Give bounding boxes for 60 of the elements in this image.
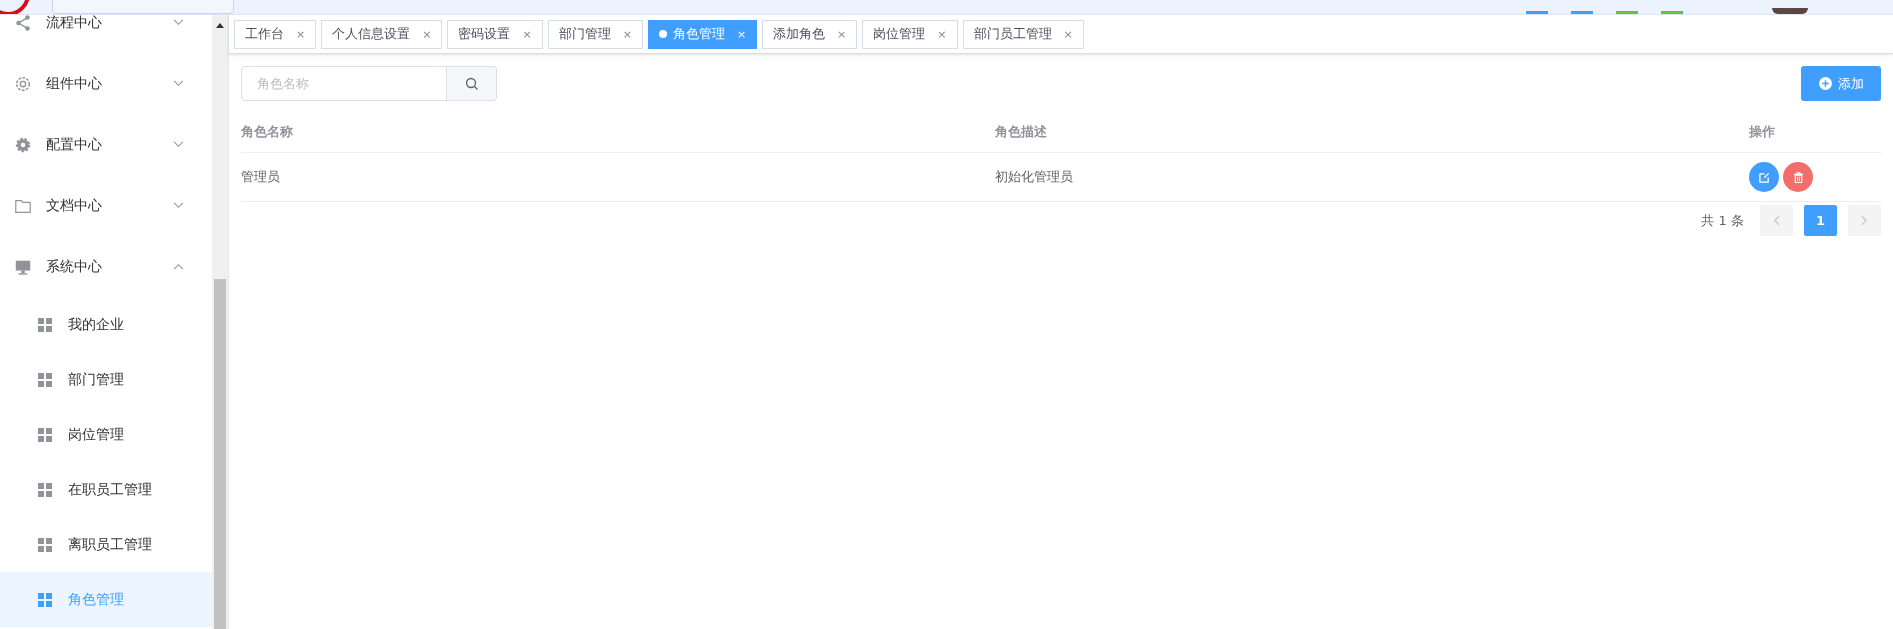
grid-icon — [38, 482, 52, 497]
search-icon — [464, 76, 479, 91]
next-page-button[interactable] — [1848, 205, 1881, 236]
scroll-up-icon[interactable] — [216, 23, 224, 28]
tab[interactable]: 密码设置 × — [447, 19, 543, 49]
table-cell-text: 初始化管理员 — [995, 167, 1074, 186]
close-icon[interactable]: × — [422, 27, 432, 41]
previous-page-button[interactable] — [1760, 205, 1793, 236]
close-icon[interactable]: × — [937, 27, 947, 41]
menu-item[interactable]: 文档中心 — [0, 175, 212, 236]
tab[interactable]: 部门员工管理 × — [962, 19, 1084, 49]
close-icon[interactable]: × — [837, 27, 847, 41]
column-header: 角色名称 — [241, 123, 294, 141]
grid-icon — [38, 537, 52, 552]
column-header: 角色描述 — [995, 123, 1048, 141]
menu-item[interactable]: 组件中心 — [0, 53, 212, 114]
tab[interactable]: 部门管理 × — [547, 19, 643, 49]
menu-item[interactable]: 配置中心 — [0, 114, 212, 175]
chevron-right-icon — [1861, 215, 1868, 226]
toolbar-icon[interactable] — [1616, 11, 1638, 14]
plus-circle-icon — [1818, 77, 1832, 90]
dot-icon — [658, 30, 667, 38]
scrollbar[interactable] — [212, 15, 229, 629]
tab[interactable]: 个人信息设置 × — [321, 19, 443, 49]
menu-item[interactable]: 流程中心 — [0, 15, 212, 53]
chevron-left-icon — [1773, 215, 1780, 226]
menu-item[interactable]: 系统中心 — [0, 236, 212, 297]
tab[interactable]: 工作台 × — [234, 19, 317, 49]
close-icon[interactable]: × — [522, 27, 532, 41]
close-icon[interactable]: × — [1063, 27, 1073, 41]
submenu-item[interactable]: 在职员工管理 — [0, 462, 212, 517]
toolbar-icon[interactable] — [1526, 11, 1548, 14]
close-icon[interactable]: × — [296, 27, 306, 41]
edit-button[interactable] — [1749, 162, 1779, 192]
submenu-item[interactable]: 我的企业 — [0, 297, 212, 352]
toolbar-icon[interactable] — [1571, 11, 1593, 14]
table-cell-text: 管理员 — [241, 167, 281, 186]
total-count: 共 1 条 — [1701, 211, 1744, 230]
column-header: 操作 — [1749, 123, 1776, 141]
search-button[interactable] — [447, 66, 497, 101]
submenu-item[interactable]: 部门管理 — [0, 352, 212, 407]
submenu-item[interactable]: 岗位管理 — [0, 407, 212, 462]
grid-icon — [38, 317, 52, 332]
tab[interactable]: 添加角色 × — [762, 19, 858, 49]
submenu-item[interactable]: 离职员工管理 — [0, 517, 212, 572]
scrollbar-thumb[interactable] — [214, 279, 226, 629]
share-icon — [14, 15, 32, 32]
delete-button[interactable] — [1783, 162, 1813, 192]
settings-icon — [14, 135, 32, 154]
grid-icon — [38, 592, 52, 607]
grid-icon — [38, 372, 52, 387]
avatar[interactable] — [1772, 8, 1808, 14]
grid-icon — [38, 427, 52, 442]
search-field[interactable]: 角色名称 — [241, 66, 447, 101]
close-icon[interactable]: × — [622, 27, 632, 41]
gear-outline-icon — [14, 74, 32, 93]
trash-icon — [1792, 171, 1804, 183]
edit-icon — [1758, 171, 1770, 183]
toolbar-icon[interactable] — [1661, 11, 1683, 14]
tab[interactable]: 岗位管理 × — [862, 19, 958, 49]
